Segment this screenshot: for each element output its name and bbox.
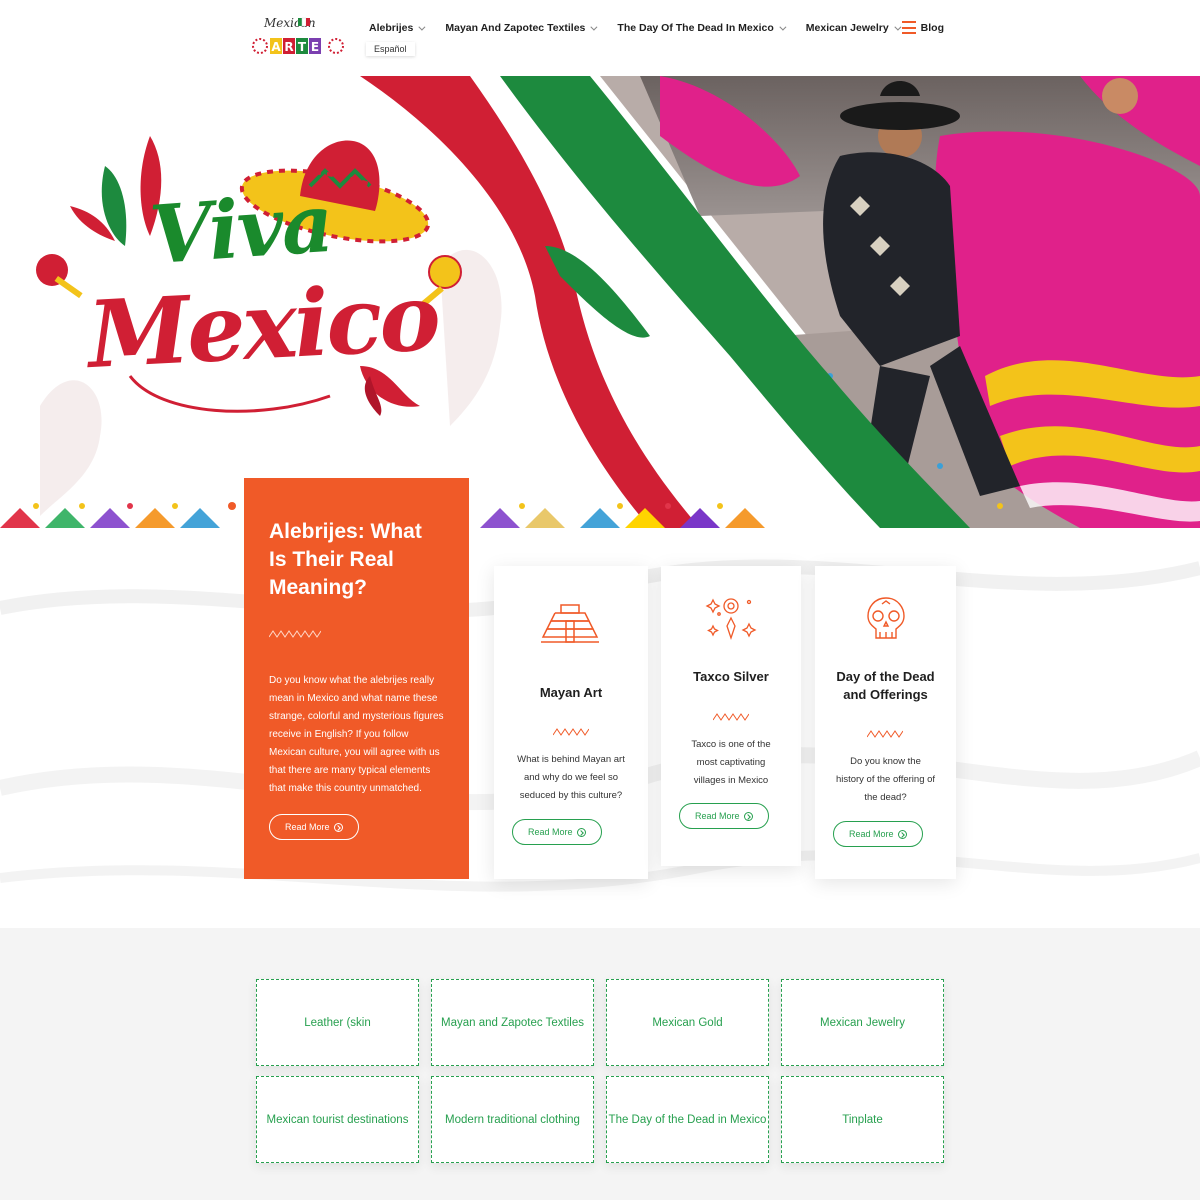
- nav-item-alebrijes[interactable]: Alebrijes: [369, 22, 426, 34]
- main-nav: Alebrijes Mayan And Zapotec Textiles The…: [369, 22, 966, 34]
- card-day-of-dead: Day of the Dead and Offerings Do you kno…: [815, 566, 956, 879]
- featured-read-more-button[interactable]: Read More: [269, 814, 359, 840]
- sparkle-jewel-icon: [705, 598, 757, 641]
- chevron-down-icon: [779, 23, 787, 31]
- nav-item-label: Mayan And Zapotec Textiles: [445, 22, 586, 34]
- category-mexican-gold[interactable]: Mexican Gold: [606, 979, 769, 1066]
- zigzag-divider-icon: [713, 713, 749, 721]
- site-header: Mexican A R T E Alebrijes Mayan And Zapo…: [0, 0, 1200, 76]
- card-text: Do you know the history of the offering …: [835, 756, 936, 803]
- svg-text:R: R: [284, 40, 293, 54]
- category-mexican-jewelry[interactable]: Mexican Jewelry: [781, 979, 944, 1066]
- pyramid-icon: [541, 604, 599, 643]
- button-label: Read More: [528, 827, 573, 837]
- page: Mexican A R T E Alebrijes Mayan And Zapo…: [0, 0, 1200, 1200]
- site-logo[interactable]: Mexican A R T E: [252, 16, 344, 60]
- category-tinplate[interactable]: Tinplate: [781, 1076, 944, 1163]
- hamburger-icon[interactable]: [902, 21, 916, 34]
- taxco-silver-read-more-button[interactable]: Read More: [679, 803, 769, 829]
- featured-article-text: Do you know what the alebrijes really me…: [269, 675, 444, 794]
- svg-text:E: E: [311, 40, 319, 54]
- arrow-circle-icon: [576, 827, 586, 837]
- arrow-circle-icon: [897, 829, 907, 839]
- hero-banner: Viva Mexico: [0, 76, 1200, 528]
- chevron-down-icon: [418, 23, 426, 31]
- arrow-circle-icon: [333, 822, 343, 832]
- chevron-down-icon: [894, 23, 902, 31]
- card-text: Taxco is one of the most captivating vil…: [691, 739, 771, 786]
- category-traditional-clothing[interactable]: Modern traditional clothing: [431, 1076, 594, 1163]
- featured-article-card: Alebrijes: What Is Their Real Meaning? D…: [244, 478, 469, 879]
- category-mayan-zapotec-textiles[interactable]: Mayan and Zapotec Textiles: [431, 979, 594, 1066]
- card-title: Mayan Art: [539, 685, 603, 700]
- logo-decoration: A R T E: [252, 17, 344, 54]
- category-day-of-the-dead[interactable]: The Day of the Dead in Mexico: [606, 1076, 769, 1163]
- sugar-skull-icon: [867, 597, 905, 639]
- zigzag-divider-icon: [867, 730, 903, 738]
- zigzag-divider-icon: [553, 728, 589, 736]
- button-label: Read More: [285, 822, 330, 832]
- category-section: Leather (skin Mayan and Zapotec Textiles…: [0, 928, 1200, 1200]
- featured-article-title: Alebrijes: What Is Their Real Meaning?: [269, 520, 422, 599]
- button-label: Read More: [849, 829, 894, 839]
- arrow-circle-icon: [743, 811, 753, 821]
- day-of-dead-read-more-button[interactable]: Read More: [833, 821, 923, 847]
- nav-item-label: Alebrijes: [369, 22, 414, 34]
- svg-text:A: A: [271, 40, 281, 54]
- card-title: Taxco Silver: [693, 669, 769, 684]
- button-label: Read More: [695, 811, 740, 821]
- language-switcher[interactable]: Español: [366, 42, 415, 56]
- category-leather[interactable]: Leather (skin: [256, 979, 419, 1066]
- mayan-art-read-more-button[interactable]: Read More: [512, 819, 602, 845]
- card-mayan-art: Mayan Art What is behind Mayan art and w…: [494, 566, 648, 879]
- zigzag-divider-icon: [269, 630, 321, 638]
- nav-item-label: Blog: [920, 22, 944, 34]
- card-text: What is behind Mayan art and why do we f…: [517, 754, 625, 801]
- nav-item-day-of-dead[interactable]: The Day Of The Dead In Mexico: [617, 22, 787, 34]
- chevron-down-icon: [590, 23, 598, 31]
- nav-item-label: Mexican Jewelry: [805, 22, 889, 34]
- hero-title-viva: Viva: [146, 175, 335, 283]
- card-taxco-silver: Taxco Silver Taxco is one of the most ca…: [661, 566, 801, 866]
- svg-text:T: T: [298, 40, 307, 54]
- nav-item-blog[interactable]: Blog: [921, 22, 944, 34]
- category-tourist-destinations[interactable]: Mexican tourist destinations: [256, 1076, 419, 1163]
- nav-item-jewelry[interactable]: Mexican Jewelry: [805, 22, 902, 34]
- nav-item-label: The Day Of The Dead In Mexico: [617, 22, 774, 34]
- card-title: Day of the Dead and Offerings: [836, 669, 935, 702]
- nav-item-textiles[interactable]: Mayan And Zapotec Textiles: [445, 22, 598, 34]
- hero-title-mexico: Mexico: [85, 262, 441, 390]
